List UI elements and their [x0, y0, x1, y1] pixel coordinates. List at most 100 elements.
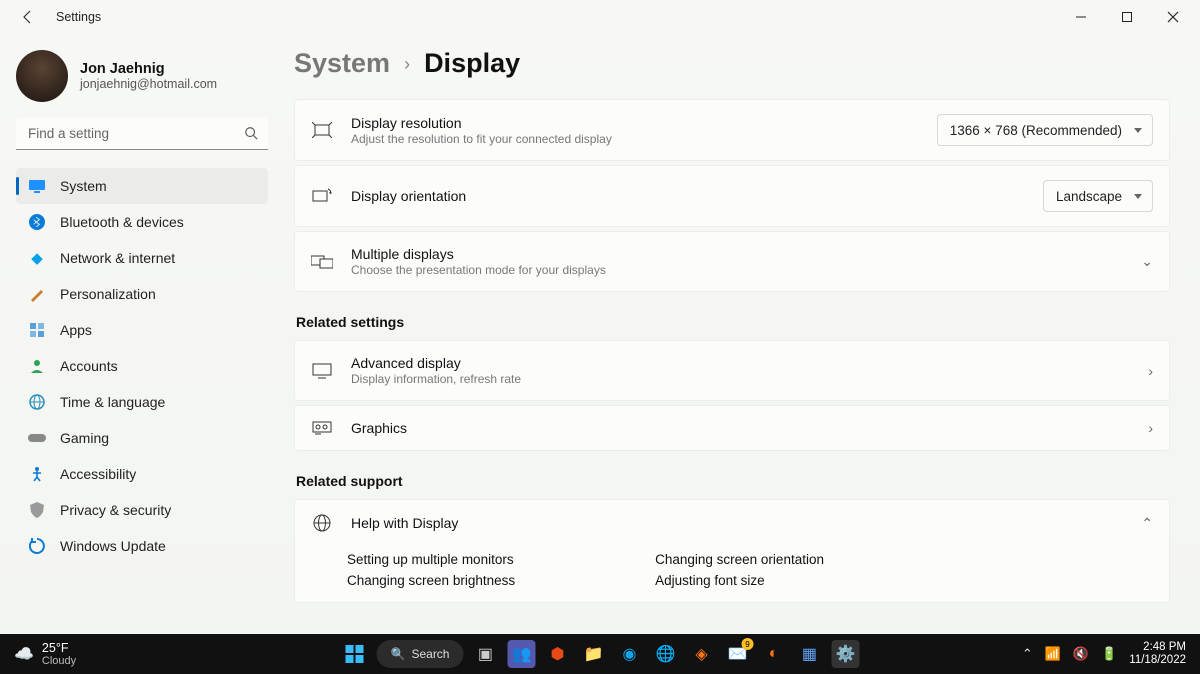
- sidebar-item-label: Windows Update: [60, 538, 166, 554]
- setting-display-resolution[interactable]: Display resolution Adjust the resolution…: [294, 99, 1170, 161]
- mail-icon[interactable]: ✉️9: [723, 640, 751, 668]
- avatar: [16, 50, 68, 102]
- help-link[interactable]: Changing screen orientation: [655, 552, 824, 567]
- volume-tray-icon[interactable]: 🔇: [1073, 646, 1089, 662]
- setting-subtitle: Adjust the resolution to fit your connec…: [351, 132, 919, 146]
- chevron-right-icon: ›: [404, 54, 410, 75]
- back-button[interactable]: [18, 7, 38, 27]
- orientation-icon: [311, 188, 333, 204]
- clock-date: 11/18/2022: [1129, 654, 1186, 667]
- taskbar-clock[interactable]: 2:48 PM 11/18/2022: [1129, 641, 1186, 667]
- sidebar-item-bluetooth[interactable]: Bluetooth & devices: [16, 204, 268, 240]
- help-globe-icon: [311, 514, 333, 532]
- profile-name: Jon Jaehnig: [80, 61, 217, 77]
- sidebar-item-personalization[interactable]: Personalization: [16, 276, 268, 312]
- sidebar-item-accessibility[interactable]: Accessibility: [16, 456, 268, 492]
- sidebar-item-label: Gaming: [60, 430, 109, 446]
- close-button[interactable]: [1150, 1, 1196, 33]
- sidebar-item-label: Accounts: [60, 358, 118, 374]
- battery-tray-icon[interactable]: 🔋: [1101, 646, 1117, 662]
- window-title: Settings: [56, 10, 101, 24]
- taskbar: ☁️ 25°F Cloudy 🔍Search ▣ 👥 ⬢ 📁 ◉ 🌐 ◈ ✉️9…: [0, 634, 1200, 674]
- help-with-display[interactable]: Help with Display ⌃: [294, 499, 1170, 546]
- clock-time: 2:48 PM: [1129, 641, 1186, 654]
- setting-subtitle: Choose the presentation mode for your di…: [351, 263, 1123, 277]
- sidebar-item-update[interactable]: Windows Update: [16, 528, 268, 564]
- chevron-right-icon: ›: [1148, 420, 1153, 436]
- office-icon[interactable]: ⬢: [543, 640, 571, 668]
- resolution-icon: [311, 122, 333, 138]
- settings-icon[interactable]: ⚙️: [831, 640, 859, 668]
- chevron-down-icon: ⌄: [1141, 253, 1153, 270]
- page-title: Display: [424, 48, 520, 79]
- sidebar-item-label: System: [60, 178, 107, 194]
- wifi-tray-icon[interactable]: 📶: [1045, 646, 1061, 662]
- task-view-icon[interactable]: ▣: [471, 640, 499, 668]
- chevron-up-icon: ⌃: [1141, 515, 1153, 532]
- chrome-icon[interactable]: 🌐: [651, 640, 679, 668]
- sidebar-item-label: Privacy & security: [60, 502, 171, 518]
- sidebar-item-label: Accessibility: [60, 466, 136, 482]
- profile-block[interactable]: Jon Jaehnig jonjaehnig@hotmail.com: [16, 46, 268, 118]
- calculator-icon[interactable]: ▦: [795, 640, 823, 668]
- sidebar-item-gaming[interactable]: Gaming: [16, 420, 268, 456]
- apps-icon: [28, 321, 46, 339]
- sidebar-item-network[interactable]: ◆ Network & internet: [16, 240, 268, 276]
- help-links: Setting up multiple monitors Changing sc…: [294, 546, 1170, 603]
- minimize-button[interactable]: [1058, 1, 1104, 33]
- taskbar-weather[interactable]: ☁️ 25°F Cloudy: [0, 641, 76, 667]
- wifi-icon: ◆: [28, 249, 46, 267]
- sidebar: Jon Jaehnig jonjaehnig@hotmail.com Syste…: [0, 34, 280, 634]
- bluetooth-icon: [28, 213, 46, 231]
- setting-display-orientation[interactable]: Display orientation Landscape: [294, 165, 1170, 227]
- sidebar-item-label: Network & internet: [60, 250, 175, 266]
- resolution-dropdown[interactable]: 1366 × 768 (Recommended): [937, 114, 1153, 146]
- sidebar-item-apps[interactable]: Apps: [16, 312, 268, 348]
- graphics-icon: [311, 421, 333, 435]
- edge-icon[interactable]: ◉: [615, 640, 643, 668]
- setting-title: Display orientation: [351, 188, 1025, 204]
- sidebar-item-time[interactable]: Time & language: [16, 384, 268, 420]
- sidebar-item-accounts[interactable]: Accounts: [16, 348, 268, 384]
- help-link[interactable]: Adjusting font size: [655, 573, 824, 588]
- gaming-icon: [28, 429, 46, 447]
- related-settings-heading: Related settings: [296, 314, 1170, 330]
- sidebar-item-label: Bluetooth & devices: [60, 214, 184, 230]
- start-button[interactable]: [341, 640, 369, 668]
- dropdown-value: 1366 × 768 (Recommended): [950, 123, 1122, 138]
- sidebar-item-system[interactable]: System: [16, 168, 268, 204]
- weather-cond: Cloudy: [42, 655, 76, 667]
- sidebar-item-privacy[interactable]: Privacy & security: [16, 492, 268, 528]
- multiple-displays-icon: [311, 254, 333, 270]
- setting-multiple-displays[interactable]: Multiple displays Choose the presentatio…: [294, 231, 1170, 292]
- tray-expand-icon[interactable]: ⌃: [1022, 646, 1033, 662]
- app-icon[interactable]: ◐: [759, 640, 787, 668]
- brave-icon[interactable]: ◈: [687, 640, 715, 668]
- orientation-dropdown[interactable]: Landscape: [1043, 180, 1153, 212]
- maximize-button[interactable]: [1104, 1, 1150, 33]
- explorer-icon[interactable]: 📁: [579, 640, 607, 668]
- shield-icon: [28, 501, 46, 519]
- profile-email: jonjaehnig@hotmail.com: [80, 77, 217, 91]
- teams-icon[interactable]: 👥: [507, 640, 535, 668]
- setting-subtitle: Display information, refresh rate: [351, 372, 1130, 386]
- accessibility-icon: [28, 465, 46, 483]
- search-input[interactable]: [16, 118, 268, 150]
- setting-graphics[interactable]: Graphics ›: [294, 405, 1170, 451]
- brush-icon: [28, 285, 46, 303]
- monitor-icon: [311, 363, 333, 379]
- related-support-heading: Related support: [296, 473, 1170, 489]
- dropdown-value: Landscape: [1056, 189, 1122, 204]
- search-icon: 🔍: [391, 647, 406, 661]
- breadcrumb-parent[interactable]: System: [294, 48, 390, 79]
- chevron-right-icon: ›: [1148, 363, 1153, 379]
- nav: System Bluetooth & devices ◆ Network & i…: [16, 168, 268, 564]
- taskbar-search[interactable]: 🔍Search: [377, 640, 464, 668]
- setting-title: Advanced display: [351, 355, 1130, 371]
- help-link[interactable]: Setting up multiple monitors: [347, 552, 515, 567]
- globe-icon: [28, 393, 46, 411]
- help-link[interactable]: Changing screen brightness: [347, 573, 515, 588]
- setting-advanced-display[interactable]: Advanced display Display information, re…: [294, 340, 1170, 401]
- titlebar: Settings: [0, 0, 1200, 34]
- system-icon: [28, 177, 46, 195]
